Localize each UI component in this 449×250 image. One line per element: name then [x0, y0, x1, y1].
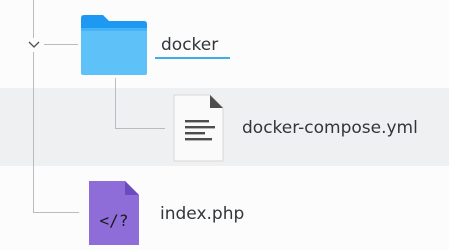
file-tree: docker docker-compose.yml </? index.php — [0, 0, 449, 247]
tree-line-index-horizontal — [33, 212, 79, 213]
rename-underline — [155, 57, 230, 59]
tree-line-child-horizontal — [115, 128, 165, 129]
php-file-icon[interactable]: </? — [88, 180, 140, 246]
tree-item-label-index-php[interactable]: index.php — [160, 203, 244, 225]
tree-line-child-vertical — [115, 78, 116, 128]
svg-text:</?: </? — [100, 211, 129, 230]
tree-item-label-docker-compose[interactable]: docker-compose.yml — [242, 117, 418, 139]
tree-item-label-docker[interactable]: docker — [161, 34, 218, 56]
expand-chevron-down-icon[interactable] — [26, 37, 42, 51]
tree-line-docker-horizontal — [44, 44, 78, 45]
text-file-icon[interactable] — [172, 94, 224, 162]
folder-icon[interactable] — [79, 14, 149, 76]
tree-line-trunk — [33, 52, 34, 212]
tree-line-top — [33, 0, 34, 38]
